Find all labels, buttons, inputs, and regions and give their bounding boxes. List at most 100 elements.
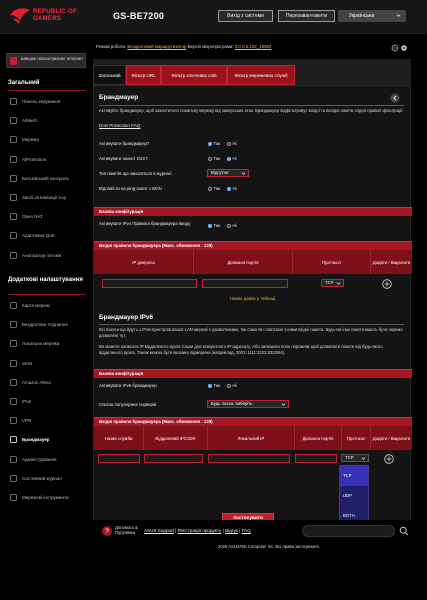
ipv4-add-rule-icon[interactable]: [382, 279, 392, 289]
help-support-link[interactable]: Допомога & Підтримка: [115, 525, 143, 535]
ping-wan-label: Відповісти на ping-запит з WAN: [99, 186, 162, 191]
ipv6-local-ip-input[interactable]: [208, 454, 290, 463]
ipv6-protocol-select[interactable]: TCP: [341, 454, 369, 462]
vpn-icon: [10, 417, 17, 425]
sidebar-item-label: IPv6: [22, 399, 32, 404]
sidebar-item-open-nat[interactable]: Open NAT: [6, 209, 86, 224]
faq-search-input[interactable]: [302, 525, 395, 537]
sidebar-item-network-tools[interactable]: Мережеві інструменти: [6, 490, 86, 505]
enable-dos-yes[interactable]: Так: [208, 156, 220, 161]
ipv4-inbound-no[interactable]: Ні: [227, 223, 237, 228]
ipv6-add-rule-icon[interactable]: [384, 454, 394, 464]
tab-keyword-filter[interactable]: Фільтр ключових слів: [161, 65, 227, 85]
tab-general[interactable]: Загальний: [93, 65, 126, 85]
sidebar-item-lan[interactable]: Локальна мережа: [6, 336, 86, 351]
section-advanced: Додаткові налаштування: [8, 277, 83, 283]
ipv4-basic-config-header: Базова конфігурація: [94, 207, 412, 216]
ipv6-enable-yes[interactable]: Так: [208, 383, 220, 388]
enable-dos-no[interactable]: Ні: [227, 156, 237, 161]
logout-button[interactable]: Вихід з системи: [218, 10, 273, 22]
ipv6-enable-no[interactable]: Ні: [227, 383, 237, 388]
sidebar-item-wan[interactable]: WAN: [6, 356, 86, 371]
search-icon[interactable]: [399, 526, 409, 536]
enable-firewall-yes[interactable]: Так: [208, 141, 220, 146]
section-general: Загальний: [8, 80, 40, 86]
adaptive-qoe-icon: [10, 232, 17, 240]
ipv6-service-name-input[interactable]: [98, 454, 140, 463]
ipv6-enable-label: Активувати IPv6 брандмауер: [99, 383, 157, 388]
sidebar-item-wireless[interactable]: Бездротове з'єднання: [6, 317, 86, 332]
firewall-icon: [10, 436, 17, 444]
sidebar-item-label: Аналізатор потоків: [22, 252, 62, 258]
operation-mode-link[interactable]: Бездротовий маршрутизатор: [127, 44, 186, 49]
feedback-link[interactable]: Відгук: [225, 528, 238, 533]
ipv4-inbound-yes[interactable]: Так: [208, 223, 220, 228]
sidebar-item-aimesh[interactable]: AiMesh: [6, 113, 86, 128]
sidebar-item-label: Адміністрування: [22, 456, 57, 462]
protocol-option-tcp[interactable]: TCP: [340, 466, 368, 486]
col-add-delete: Додати / Видалити: [372, 259, 411, 265]
sidebar-item-game-booster[interactable]: Засіб оптимізації ігор: [6, 190, 86, 205]
firmware-version-link[interactable]: 3.0.0.6.102_18882: [235, 44, 272, 49]
tab-url-filter[interactable]: Фільтр URL: [126, 65, 161, 85]
sidebar-item-vpn[interactable]: VPN: [6, 413, 86, 428]
ipv4-port-range-input[interactable]: [202, 279, 288, 288]
sidebar-item-dashboard[interactable]: Панель керування: [6, 94, 86, 109]
status-icons[interactable]: [391, 43, 411, 53]
traffic-analyzer-icon: [10, 251, 17, 259]
tab-network-services-filter[interactable]: Фільтр мережевих служб: [227, 65, 295, 85]
ipv6-remote-ip-input[interactable]: [144, 454, 203, 463]
popular-servers-select[interactable]: Будь ласка, виберіть: [207, 400, 289, 408]
copyright: 2026 ASUSTeK Computer Inc. Всі права зас…: [218, 544, 320, 549]
language-value: Українська: [349, 13, 375, 19]
sidebar-item-ipv6[interactable]: IPv6: [6, 394, 86, 409]
administration-icon: [10, 455, 17, 463]
back-arrow-icon[interactable]: [390, 93, 400, 103]
reboot-button[interactable]: Перезавантажити: [278, 10, 335, 22]
log-type-select[interactable]: Відсутня: [207, 169, 249, 177]
ipv4-protocol-select[interactable]: TCP: [321, 279, 344, 287]
sidebar-item-aiprotection[interactable]: AiProtection: [6, 152, 86, 167]
language-select[interactable]: Українська: [338, 10, 406, 22]
ping-wan-yes[interactable]: Так: [208, 186, 220, 191]
network-map-icon: [10, 302, 17, 309]
ipv4-rules-header: Вхідні правила брандмауера (Макс. обмеже…: [94, 241, 412, 250]
sidebar-item-administration[interactable]: Адміністрування: [6, 452, 86, 467]
sidebar: Швидке налаштування Інтернет Загальний П…: [0, 34, 92, 600]
enable-firewall-no[interactable]: Ні: [227, 141, 237, 146]
col-service-name: Назва служби: [94, 426, 144, 450]
rog-logo-icon: [10, 8, 30, 24]
sidebar-item-network-map[interactable]: Карта мережі: [6, 298, 86, 313]
ping-wan-no[interactable]: Ні: [227, 186, 237, 191]
ipv6-icon: [10, 398, 17, 405]
top-header: REPUBLIC OF GAMERS GS-BE7200 Вихід з сис…: [0, 0, 427, 34]
log-type-label: Тип пакетів що заносяться в журнал:: [99, 171, 173, 176]
sidebar-item-amazon-alexa[interactable]: Amazon Alexa: [6, 375, 86, 390]
wan-icon: [10, 359, 17, 367]
chevron-down-icon: [281, 403, 286, 406]
ipv6-firewall-title: Брандмауер IPv6: [99, 314, 154, 321]
sidebar-item-adaptive-qoe[interactable]: Адаптивна QoE: [6, 228, 86, 243]
col-local-ip: Локальний IP: [208, 426, 295, 450]
sidebar-item-network[interactable]: Мережа: [6, 132, 86, 147]
sidebar-item-label: Мережа: [22, 137, 39, 143]
chevron-down-icon: [241, 172, 246, 175]
product-registration-link[interactable]: Реєстрація продукту: [178, 528, 222, 533]
sidebar-item-system-log[interactable]: Системний журнал: [6, 471, 86, 486]
ipv6-port-range-input[interactable]: [295, 454, 337, 463]
enable-dos-label: Активувати захист DoS?: [99, 156, 148, 161]
asus-support-link[interactable]: ASUS Support: [144, 528, 174, 533]
protocol-option-udp[interactable]: UDP: [340, 486, 368, 506]
firewall-description: Активуйте брандмауер, щоб захиститися ло…: [99, 108, 404, 113]
sidebar-item-parental-control[interactable]: Батьківський контроль: [6, 171, 86, 186]
sidebar-item-label: Брандмауер: [22, 437, 50, 443]
faq-link[interactable]: FAQ: [242, 528, 251, 533]
quick-internet-setup[interactable]: Швидке налаштування Інтернет: [6, 53, 86, 68]
ipv4-source-ip-input[interactable]: [102, 279, 197, 288]
sidebar-item-traffic-analyzer[interactable]: Аналізатор потоків: [6, 248, 86, 263]
help-icon: ?: [102, 526, 112, 536]
sidebar-item-label: Мережеві інструменти: [22, 495, 69, 500]
sidebar-item-firewall[interactable]: Брандмауер: [6, 432, 86, 447]
open-nat-icon: [10, 213, 17, 221]
dos-protection-faq-link[interactable]: DoS Protection FAQ: [99, 123, 140, 128]
